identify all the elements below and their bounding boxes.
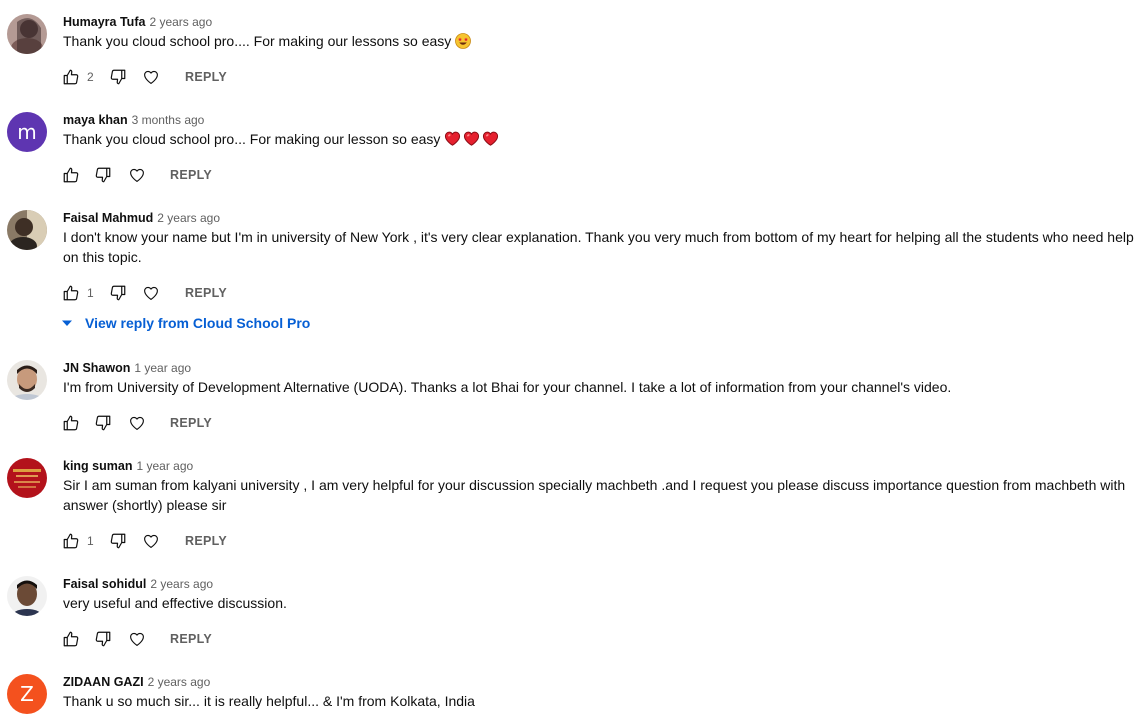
avatar-letter: m — [17, 120, 37, 144]
avatar-photo-icon — [7, 576, 47, 616]
heart-icon[interactable] — [142, 532, 160, 550]
comment-text: Sir I am suman from kalyani university ,… — [63, 475, 1135, 515]
author-name[interactable]: Faisal sohidul — [63, 577, 146, 591]
red-heart-emoji — [444, 130, 461, 152]
comment-header: maya khan 3 months ago — [63, 112, 204, 128]
star-struck-emoji — [455, 33, 472, 54]
avatar-photo-icon — [7, 458, 47, 498]
heart-icon[interactable] — [128, 630, 146, 648]
heart-icon[interactable] — [128, 166, 146, 184]
comment-header: Faisal Mahmud 2 years ago — [63, 210, 220, 226]
comment-header: Faisal sohidul 2 years ago — [63, 576, 213, 592]
timestamp[interactable]: 3 months ago — [132, 113, 205, 127]
caret-down-icon — [62, 320, 72, 326]
author-name[interactable]: JN Shawon — [63, 361, 130, 375]
like-count: 1 — [87, 286, 94, 300]
author-name[interactable]: ZIDAAN GAZI — [63, 675, 144, 689]
author-name[interactable]: Humayra Tufa — [63, 15, 145, 29]
comment-body: Thank you cloud school pro... For making… — [63, 131, 441, 147]
reply-button[interactable]: REPLY — [170, 415, 212, 431]
like-icon[interactable] — [62, 414, 80, 432]
timestamp[interactable]: 2 years ago — [148, 675, 211, 689]
comment-text: I'm from University of Development Alter… — [63, 377, 1135, 397]
avatar-letter: Z — [20, 682, 34, 706]
like-count: 1 — [87, 534, 94, 548]
comment-text: very useful and effective discussion. — [63, 593, 1135, 613]
comment-body: I don't know your name but I'm in univer… — [63, 229, 1134, 265]
avatar-photo-icon — [7, 360, 47, 400]
comment-header: ZIDAAN GAZI 2 years ago — [63, 674, 210, 690]
avatar[interactable]: m — [7, 112, 47, 152]
reply-button[interactable]: REPLY — [170, 167, 212, 183]
dislike-icon[interactable] — [109, 532, 127, 550]
like-icon[interactable] — [62, 284, 80, 302]
avatar[interactable]: Z — [7, 674, 47, 714]
avatar-photo-icon — [7, 14, 47, 54]
comment-body: I'm from University of Development Alter… — [63, 379, 952, 395]
red-heart-emoji — [463, 130, 480, 152]
avatar[interactable] — [7, 360, 47, 400]
view-replies-label: View reply from Cloud School Pro — [85, 315, 311, 331]
heart-icon[interactable] — [128, 414, 146, 432]
comment-header: JN Shawon 1 year ago — [63, 360, 191, 376]
heart-icon[interactable] — [142, 68, 160, 86]
comment-text: Thank you cloud school pro.... For makin… — [63, 31, 1135, 54]
dislike-icon[interactable] — [94, 166, 112, 184]
dislike-icon[interactable] — [94, 414, 112, 432]
timestamp[interactable]: 2 years ago — [157, 211, 220, 225]
dislike-icon[interactable] — [109, 284, 127, 302]
avatar-photo-icon — [7, 210, 47, 250]
author-name[interactable]: Faisal Mahmud — [63, 211, 153, 225]
avatar[interactable] — [7, 576, 47, 616]
dislike-icon[interactable] — [109, 68, 127, 86]
comment-text: Thank you cloud school pro... For making… — [63, 129, 1135, 152]
like-count: 2 — [87, 70, 94, 84]
timestamp[interactable]: 1 year ago — [134, 361, 191, 375]
comment-body: very useful and effective discussion. — [63, 595, 287, 611]
like-icon[interactable] — [62, 68, 80, 86]
comment-header: king suman 1 year ago — [63, 458, 193, 474]
author-name[interactable]: maya khan — [63, 113, 128, 127]
heart-icon[interactable] — [142, 284, 160, 302]
comment-text: Thank u so much sir... it is really help… — [63, 691, 1135, 711]
view-replies-button[interactable]: View reply from Cloud School Pro — [60, 313, 310, 333]
timestamp[interactable]: 2 years ago — [150, 577, 213, 591]
reply-button[interactable]: REPLY — [185, 533, 227, 549]
comment-body: Sir I am suman from kalyani university ,… — [63, 477, 1126, 513]
comment-body: Thank you cloud school pro.... For makin… — [63, 33, 452, 49]
like-icon[interactable] — [62, 532, 80, 550]
red-heart-emoji — [482, 130, 499, 152]
dislike-icon[interactable] — [94, 630, 112, 648]
avatar[interactable] — [7, 458, 47, 498]
avatar[interactable] — [7, 14, 47, 54]
reply-button[interactable]: REPLY — [185, 285, 227, 301]
comment-header: Humayra Tufa 2 years ago — [63, 14, 212, 30]
avatar[interactable] — [7, 210, 47, 250]
like-icon[interactable] — [62, 166, 80, 184]
author-name[interactable]: king suman — [63, 459, 132, 473]
timestamp[interactable]: 1 year ago — [136, 459, 193, 473]
comment-body: Thank u so much sir... it is really help… — [63, 693, 475, 709]
reply-button[interactable]: REPLY — [185, 69, 227, 85]
reply-button[interactable]: REPLY — [170, 631, 212, 647]
like-icon[interactable] — [62, 630, 80, 648]
comment-text: I don't know your name but I'm in univer… — [63, 227, 1135, 267]
timestamp[interactable]: 2 years ago — [149, 15, 212, 29]
